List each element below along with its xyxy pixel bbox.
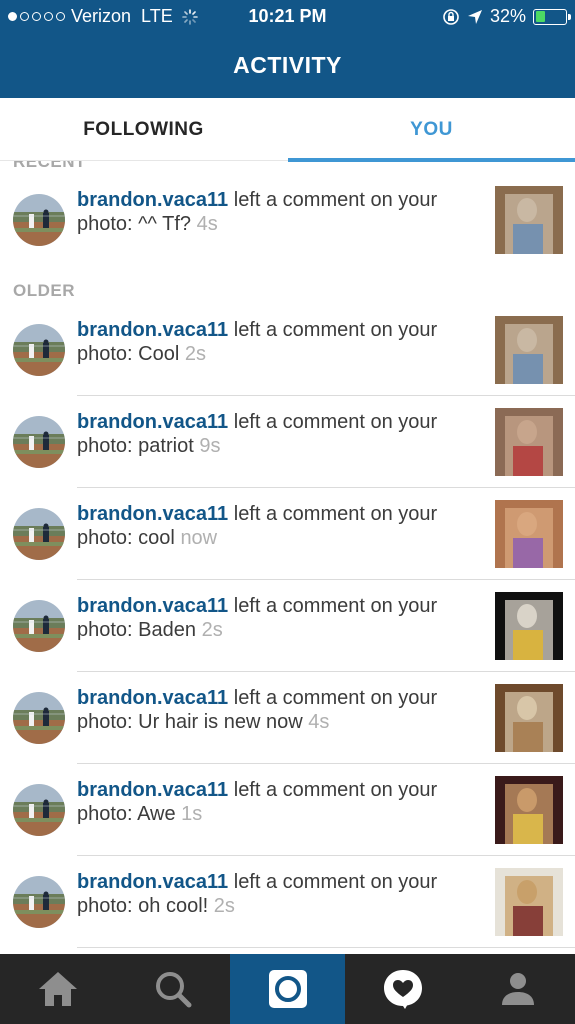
profile-icon	[501, 973, 534, 1005]
timestamp: 9s	[199, 435, 221, 457]
activity-text: brandon.vaca11 left a comment on your ph…	[77, 410, 482, 458]
tab-camera[interactable]	[230, 954, 345, 1024]
timestamp: 1s	[181, 803, 203, 825]
activity-row[interactable]: brandon.vaca11 left a comment on your ph…	[0, 396, 575, 488]
user-avatar[interactable]	[13, 194, 65, 246]
activity-row[interactable]: brandon.vaca11 left a comment on your ph…	[0, 488, 575, 580]
activity-row[interactable]: brandon.vaca11 left a comment on your ph…	[0, 672, 575, 764]
comment-text: oh cool!	[138, 895, 209, 917]
page-title: ACTIVITY	[233, 52, 342, 78]
user-avatar[interactable]	[13, 692, 65, 744]
username-link[interactable]: brandon.vaca11	[77, 595, 228, 617]
photo-thumbnail[interactable]	[495, 868, 563, 936]
photo-thumbnail[interactable]	[495, 316, 563, 384]
timestamp: 2s	[213, 895, 235, 917]
activity-text: brandon.vaca11 left a comment on your ph…	[77, 686, 482, 734]
photo-thumbnail[interactable]	[495, 186, 563, 254]
row-divider	[77, 947, 575, 948]
activity-text: brandon.vaca11 left a comment on your ph…	[77, 594, 482, 642]
comment-text: cool	[138, 527, 175, 549]
photo-thumbnail[interactable]	[495, 408, 563, 476]
activity-text: brandon.vaca11 left a comment on your ph…	[77, 502, 482, 550]
status-bar: Verizon LTE 10:21 PM 32%	[0, 0, 575, 32]
tab-following[interactable]: FOLLOWING	[0, 98, 287, 161]
activity-row[interactable]: brandon.vaca11 left a comment on your ph…	[0, 304, 575, 396]
username-link[interactable]: brandon.vaca11	[77, 779, 228, 801]
battery-fill	[535, 11, 545, 22]
home-icon	[38, 972, 77, 1006]
user-avatar[interactable]	[13, 600, 65, 652]
comment-text: patriot	[138, 435, 194, 457]
tab-search[interactable]	[115, 954, 230, 1024]
comment-text: Baden	[138, 619, 197, 641]
username-link[interactable]: brandon.vaca11	[77, 871, 228, 893]
timestamp: now	[180, 527, 218, 549]
section-label-older: OLDER	[13, 281, 75, 300]
user-avatar[interactable]	[13, 508, 65, 560]
activity-row[interactable]: brandon.vaca11 left a comment on your ph…	[0, 764, 575, 856]
top-bar: Verizon LTE 10:21 PM 32% ACTIVITY	[0, 0, 575, 98]
activity-row[interactable]: brandon.vaca11 left a comment on your ph…	[0, 856, 575, 948]
orientation-lock-icon	[443, 8, 459, 25]
tab-profile[interactable]	[460, 954, 575, 1024]
comment-text: Cool	[138, 343, 180, 365]
activity-row[interactable]: brandon.vaca11 left a comment on your ph…	[0, 174, 575, 266]
user-avatar[interactable]	[13, 784, 65, 836]
activity-text: brandon.vaca11 left a comment on your ph…	[77, 778, 482, 826]
activity-text: brandon.vaca11 left a comment on your ph…	[77, 318, 482, 366]
activity-text: brandon.vaca11 left a comment on your ph…	[77, 870, 482, 918]
tab-you[interactable]: YOU	[288, 98, 575, 162]
comment-text: Ur hair is new now	[138, 711, 303, 733]
username-link[interactable]: brandon.vaca11	[77, 189, 228, 211]
timestamp: 2s	[184, 343, 206, 365]
username-link[interactable]: brandon.vaca11	[77, 319, 228, 341]
photo-thumbnail[interactable]	[495, 776, 563, 844]
activity-row[interactable]: brandon.vaca11 left a comment on your ph…	[0, 580, 575, 672]
username-link[interactable]: brandon.vaca11	[77, 687, 228, 709]
username-link[interactable]: brandon.vaca11	[77, 503, 228, 525]
battery-percent: 32%	[489, 6, 526, 26]
comment-text: ^^ Tf?	[138, 213, 192, 235]
tab-activity[interactable]	[345, 954, 460, 1024]
photo-thumbnail[interactable]	[495, 500, 563, 568]
camera-icon	[268, 970, 307, 1008]
comment-text: Awe	[137, 803, 176, 825]
activity-tabs: FOLLOWING YOU	[0, 98, 575, 162]
activity-heart-icon	[383, 970, 422, 1009]
search-icon	[155, 972, 191, 1008]
user-avatar[interactable]	[13, 876, 65, 928]
timestamp: 4s	[308, 711, 330, 733]
user-avatar[interactable]	[13, 324, 65, 376]
user-avatar[interactable]	[13, 416, 65, 468]
bottom-tab-bar	[0, 954, 575, 1024]
battery-icon	[533, 8, 571, 25]
photo-thumbnail[interactable]	[495, 684, 563, 752]
tab-home[interactable]	[0, 954, 115, 1024]
photo-thumbnail[interactable]	[495, 592, 563, 660]
timestamp: 2s	[201, 619, 223, 641]
username-link[interactable]: brandon.vaca11	[77, 411, 228, 433]
activity-text: brandon.vaca11 left a comment on your ph…	[77, 188, 482, 236]
timestamp: 4s	[196, 213, 218, 235]
status-right: 32%	[442, 6, 571, 27]
location-arrow-icon	[467, 9, 482, 24]
